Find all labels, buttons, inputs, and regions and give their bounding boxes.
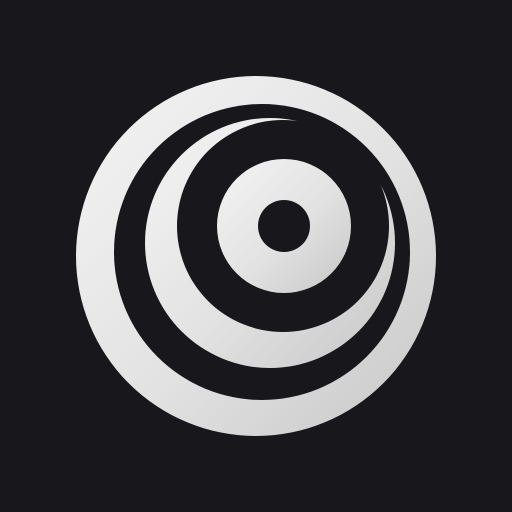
center-dot (258, 200, 310, 252)
app-icon (0, 0, 512, 512)
concentric-rings-logo-icon (0, 0, 512, 512)
